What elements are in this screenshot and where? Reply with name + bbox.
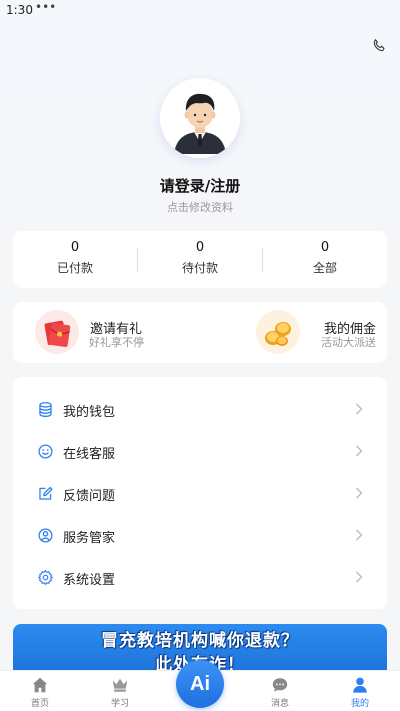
menu-label: 我的钱包 (63, 405, 116, 420)
tab-messages[interactable]: 消息 (250, 671, 310, 711)
tab-label: 首页 (30, 699, 49, 709)
chevron-right-icon (356, 487, 363, 499)
order-all[interactable]: 0 全部 (263, 231, 387, 288)
edit-icon (39, 486, 53, 500)
menu-item-feedback[interactable]: 反馈问题 (13, 473, 387, 515)
promo-subtitle: 好礼享不停 (89, 336, 144, 349)
tab-home[interactable]: 首页 (10, 671, 70, 711)
menu-item-online-service[interactable]: 在线客服 (13, 431, 387, 473)
menu-item-service-butler[interactable]: 服务管家 (13, 515, 387, 557)
red-envelope-icon (35, 310, 79, 354)
avatar[interactable] (160, 78, 240, 158)
tab-mine[interactable]: 我的 (330, 671, 390, 711)
phone-icon[interactable] (371, 38, 387, 54)
tab-label: 消息 (270, 699, 289, 709)
order-count: 0 (195, 240, 205, 255)
menu-label: 系统设置 (63, 573, 116, 588)
login-register-link[interactable]: 请登录/注册 (0, 175, 400, 196)
banner-line-1: 冒充教培机构喊你退款？ (101, 631, 299, 651)
chevron-right-icon (356, 445, 363, 457)
order-label: 全部 (312, 261, 337, 275)
invite-gift-entry[interactable]: 邀请有礼 好礼享不停 (13, 302, 200, 363)
avatar-illustration (160, 78, 240, 158)
chevron-right-icon (356, 403, 363, 415)
promo-subtitle: 活动大派送 (321, 336, 376, 349)
tab-label: 我的 (350, 699, 369, 709)
user-circle-icon (38, 528, 53, 543)
gear-icon (38, 570, 53, 585)
tab-label: 学习 (110, 699, 129, 709)
status-time: 1:30 (6, 3, 33, 17)
menu-label: 服务管家 (63, 531, 116, 546)
menu-label: 反馈问题 (63, 489, 116, 504)
order-count: 0 (320, 240, 330, 255)
coins-icon (256, 310, 300, 354)
message-icon (272, 678, 288, 692)
ai-assistant-button[interactable]: Ai (176, 660, 224, 708)
vip-crown-icon (112, 678, 128, 692)
order-label: 待付款 (181, 261, 218, 275)
orders-card: 0 已付款 0 待付款 0 全部 (13, 231, 387, 288)
order-label: 已付款 (56, 261, 93, 275)
order-paid[interactable]: 0 已付款 (13, 231, 137, 288)
order-count: 0 (70, 240, 80, 255)
profile-icon (353, 677, 367, 693)
status-dots: ••• (35, 0, 57, 14)
status-bar: 1:30 ••• (0, 0, 400, 24)
wallet-icon (39, 402, 52, 417)
chevron-right-icon (356, 529, 363, 541)
edit-profile-hint[interactable]: 点击修改资料 (0, 199, 400, 215)
settings-menu: 我的钱包 在线客服 反馈问题 服务管家 系统设置 (13, 377, 387, 609)
smile-icon (38, 444, 53, 459)
tab-study[interactable]: 学习 (90, 671, 150, 711)
home-icon (32, 677, 48, 693)
my-commission-entry[interactable]: 我的佣金 活动大派送 (200, 302, 387, 363)
promo-card: 邀请有礼 好礼享不停 我的佣金 活动大派送 (13, 302, 387, 363)
menu-label: 在线客服 (63, 447, 116, 462)
chevron-right-icon (356, 571, 363, 583)
menu-item-system-settings[interactable]: 系统设置 (13, 557, 387, 599)
order-pending[interactable]: 0 待付款 (138, 231, 262, 288)
menu-item-wallet[interactable]: 我的钱包 (13, 389, 387, 431)
